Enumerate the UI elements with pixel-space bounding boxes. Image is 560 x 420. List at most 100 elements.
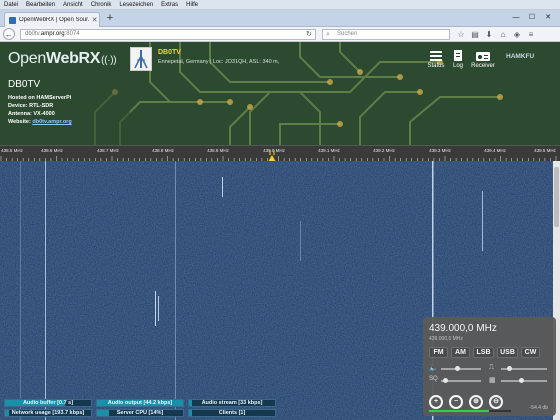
- scale-label: 439.4 MHz: [484, 148, 506, 153]
- toolbar-icons: ☆ ▤ ⬇ ⌂ ◈ ≡: [454, 29, 538, 40]
- receiver-hosted: Hosted on HAMServerPi: [8, 95, 72, 101]
- scale-label: 439.3 MHz: [429, 148, 451, 153]
- download-icon[interactable]: ⬇: [482, 29, 496, 40]
- frequency-scale[interactable]: 438.5 MHz 438.6 MHz 438.7 MHz 438.8 MHz …: [0, 145, 560, 162]
- log-button-label: Log: [452, 63, 463, 69]
- logo-text-bold: WebRX: [45, 50, 101, 67]
- tab-strip: OpenWebRX | Open Sour... ✕ + — ☐ ✕: [0, 10, 560, 27]
- scale-label: 438.9 MHz: [207, 148, 229, 153]
- receiver-website-line: Website: db0tv.ampr.org: [8, 119, 72, 125]
- mode-usb-button[interactable]: USB: [497, 347, 518, 358]
- navigation-toolbar: ← db0tv.ampr.org:8074 ↻ ⌕ Suchen ☆ ▤ ⬇ ⌂…: [0, 27, 560, 42]
- menu-ansicht[interactable]: Ansicht: [63, 2, 83, 8]
- search-icon: ⌕: [326, 31, 330, 38]
- address-bar[interactable]: db0tv.ampr.org:8074: [20, 29, 316, 40]
- zoom-out-icon[interactable]: −: [449, 395, 463, 409]
- smeter-bar: [429, 410, 489, 412]
- menu-chronik[interactable]: Chronik: [91, 2, 112, 8]
- zoom-in-full-icon[interactable]: ⊕: [469, 395, 483, 409]
- url-suffix: :8074: [64, 31, 80, 37]
- volume-slider-knob[interactable]: [455, 366, 460, 371]
- search-placeholder: Suchen: [337, 31, 358, 37]
- server-cpu-label: Server CPU [14%]: [116, 410, 164, 416]
- scale-label: 438.6 MHz: [41, 148, 63, 153]
- volume-slider[interactable]: [441, 368, 481, 370]
- waterfall-level-slider-knob[interactable]: [519, 378, 524, 383]
- menu-datei[interactable]: Datei: [4, 2, 18, 8]
- scale-label: 439.5 MHz: [534, 148, 556, 153]
- scale-label: 439.0 MHz: [263, 148, 285, 153]
- audio-output-bar: Audio output [44.2 kbps]: [96, 399, 184, 407]
- home-icon[interactable]: ⌂: [496, 29, 510, 40]
- audio-output-label: Audio output [44.2 kbps]: [107, 400, 173, 406]
- webrx-header: OpenWebRX((·)) DB0TV Ennepetal, Germany …: [0, 42, 560, 145]
- audio-stream-label: Audio stream [33 kbps]: [201, 400, 263, 406]
- panel-sub-frequency: 439.000,0 MHz: [429, 336, 463, 342]
- menu-extras[interactable]: Extras: [161, 2, 178, 8]
- network-usage-label: Network usage [193.7 kbps]: [11, 410, 85, 416]
- receiver-callsign: DB0TV: [158, 49, 181, 56]
- volume-icon: 🔈: [429, 365, 438, 372]
- menu-icon[interactable]: ≡: [524, 29, 538, 40]
- status-icon: [430, 51, 442, 61]
- website-label: Website:: [8, 119, 31, 125]
- mode-fm-button[interactable]: FM: [429, 347, 448, 358]
- log-icon: [454, 50, 462, 61]
- receiver-device: Device: RTL-SDR: [8, 103, 54, 109]
- mode-am-button[interactable]: AM: [451, 347, 470, 358]
- zoom-in-icon[interactable]: +: [429, 395, 443, 409]
- shield-icon[interactable]: ◈: [510, 29, 524, 40]
- waterfall-level-slider[interactable]: [501, 380, 547, 382]
- mode-cw-button[interactable]: CW: [521, 347, 540, 358]
- clients-bar: Clients [1]: [188, 409, 276, 417]
- browser-menubar: Datei Bearbeiten Ansicht Chronik Lesezei…: [0, 0, 560, 10]
- clipboard-icon[interactable]: ▤: [468, 29, 482, 40]
- scale-label: 438.8 MHz: [152, 148, 174, 153]
- sq-slider-knob[interactable]: [443, 378, 448, 383]
- url-host: ampr.org: [40, 31, 65, 37]
- audio-buffer-bar: Audio buffer [0.7 s]: [4, 399, 92, 407]
- menu-lesezeichen[interactable]: Lesezeichen: [119, 2, 153, 8]
- browser-tab[interactable]: OpenWebRX | Open Sour... ✕: [4, 12, 100, 27]
- close-window-icon[interactable]: ✕: [540, 12, 556, 23]
- scale-label: 439.2 MHz: [373, 148, 395, 153]
- log-button[interactable]: Log: [445, 50, 471, 69]
- new-tab-button[interactable]: +: [103, 12, 117, 25]
- back-button[interactable]: ←: [3, 28, 15, 40]
- zoom-out-full-icon[interactable]: ⊖: [489, 395, 503, 409]
- receiver-panel: 439.000,0 MHz 439.000,0 MHz FM AM LSB US…: [423, 317, 556, 416]
- tab-title: OpenWebRX | Open Sour...: [19, 17, 90, 23]
- openwebrx-page: OpenWebRX((·)) DB0TV Ennepetal, Germany …: [0, 42, 560, 420]
- scale-label: 438.7 MHz: [97, 148, 119, 153]
- panel-frequency[interactable]: 439.000,0 MHz: [429, 323, 497, 334]
- mode-lsb-button[interactable]: LSB: [473, 347, 494, 358]
- audio-buffer-label: Audio buffer [0.7 s]: [22, 400, 74, 406]
- menu-bearbeiten[interactable]: Bearbeiten: [26, 2, 55, 8]
- status-button-label: Status: [427, 63, 445, 69]
- waterfall-level-icon: ▦: [489, 377, 496, 384]
- scale-label: 438.5 MHz: [1, 148, 23, 153]
- audio-stream-bar: Audio stream [33 kbps]: [188, 399, 276, 407]
- squelch-slider-knob[interactable]: [507, 366, 512, 371]
- logo-text-light: Open: [8, 50, 46, 67]
- receiver-photo: [130, 47, 152, 71]
- squelch-icon: ⎍: [489, 364, 494, 371]
- star-icon[interactable]: ☆: [454, 29, 468, 40]
- scrollbar-thumb[interactable]: [554, 167, 559, 227]
- scale-label: 439.1 MHz: [318, 148, 340, 153]
- url-prefix: db0tv.: [25, 31, 41, 37]
- openwebrx-logo: OpenWebRX((·)): [8, 50, 117, 68]
- minimize-icon[interactable]: —: [508, 12, 524, 23]
- receiver-button[interactable]: Receiver: [470, 50, 496, 69]
- favicon-icon: [9, 16, 16, 24]
- receiver-antenna: Antenna: VX-4000: [8, 111, 55, 117]
- search-input[interactable]: ⌕ Suchen: [322, 29, 450, 40]
- smeter-value: -54.4 db: [529, 405, 548, 411]
- reload-icon[interactable]: ↻: [306, 30, 312, 38]
- menu-hilfe[interactable]: Hilfe: [186, 2, 198, 8]
- website-link[interactable]: db0tv.ampr.org: [32, 119, 71, 125]
- maximize-icon[interactable]: ☐: [524, 12, 540, 23]
- tab-close-icon[interactable]: ✕: [90, 16, 99, 24]
- radio-waves-icon: ((·)): [101, 55, 117, 66]
- receiver-icon: [476, 52, 490, 61]
